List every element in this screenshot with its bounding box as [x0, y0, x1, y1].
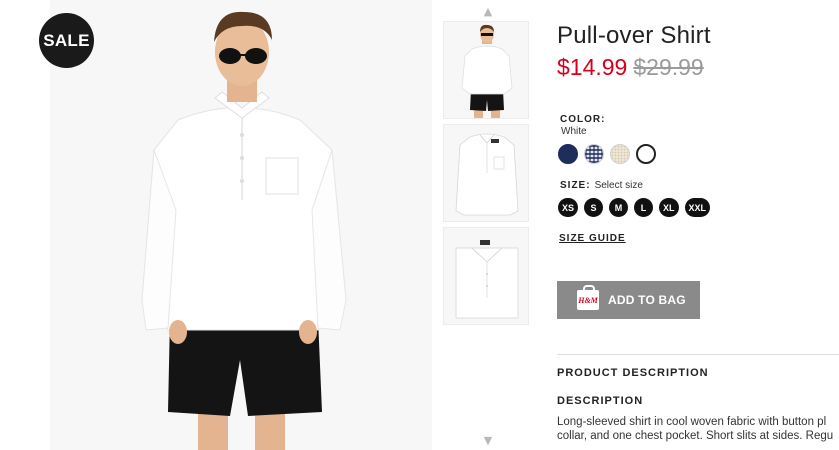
- size-option-l[interactable]: L: [634, 198, 654, 217]
- product-description-heading[interactable]: PRODUCT DESCRIPTION: [557, 367, 709, 379]
- add-to-bag-button[interactable]: H&M ADD TO BAG: [557, 281, 700, 319]
- size-label: SIZE:: [560, 180, 591, 191]
- size-option-xxl[interactable]: XXL: [684, 198, 711, 217]
- section-divider: [557, 354, 839, 355]
- thumbnail-shirt-folded[interactable]: [443, 227, 529, 325]
- price-row: $14.99 $29.99: [557, 54, 704, 81]
- sale-badge: SALE: [39, 13, 94, 68]
- color-label: COLOR:: [560, 114, 606, 125]
- color-swatch-navy[interactable]: [558, 144, 578, 164]
- thumbnail-shirt-front[interactable]: [443, 124, 529, 222]
- thumbnail-shirt-front-image: [455, 133, 519, 216]
- description-line-2: collar, and one chest pocket. Short slit…: [557, 430, 834, 442]
- size-option-xl[interactable]: XL: [659, 198, 679, 217]
- selected-color: White: [561, 126, 587, 137]
- size-placeholder: Select size: [594, 180, 643, 191]
- color-swatch-beige[interactable]: [610, 144, 630, 164]
- size-option-m[interactable]: M: [609, 198, 629, 217]
- size-options: XS S M L XL XXL: [558, 198, 711, 217]
- chevron-down-icon[interactable]: ▼: [478, 435, 498, 447]
- size-guide-link[interactable]: SIZE GUIDE: [559, 233, 626, 244]
- description-text: Long-sleeved shirt in cool woven fabric …: [557, 415, 839, 443]
- thumbnail-model-image: [461, 24, 513, 118]
- description-line-1: Long-sleeved shirt in cool woven fabric …: [557, 416, 827, 428]
- main-product-image[interactable]: [50, 0, 432, 450]
- sale-price: $14.99: [557, 54, 628, 80]
- original-price: $29.99: [633, 54, 704, 80]
- size-option-xs[interactable]: XS: [558, 198, 579, 217]
- bag-brand-text: H&M: [578, 295, 598, 305]
- shopping-bag-icon: H&M: [577, 285, 599, 310]
- product-title: Pull-over Shirt: [557, 22, 711, 49]
- color-swatch-gingham[interactable]: [584, 144, 604, 164]
- thumbnail-model[interactable]: [443, 21, 529, 119]
- model-photo: [141, 11, 347, 450]
- add-to-bag-label: ADD TO BAG: [608, 293, 686, 307]
- product-details: Pull-over Shirt $14.99 $29.99 COLOR: Whit…: [557, 0, 839, 450]
- description-heading: DESCRIPTION: [557, 395, 644, 407]
- chevron-up-icon[interactable]: ▲: [478, 6, 498, 18]
- size-option-s[interactable]: S: [584, 198, 604, 217]
- color-swatches: [558, 144, 656, 164]
- color-swatch-white[interactable]: [636, 144, 656, 164]
- thumbnail-shirt-folded-image: [455, 240, 519, 319]
- size-row: SIZE: Select size: [560, 180, 643, 191]
